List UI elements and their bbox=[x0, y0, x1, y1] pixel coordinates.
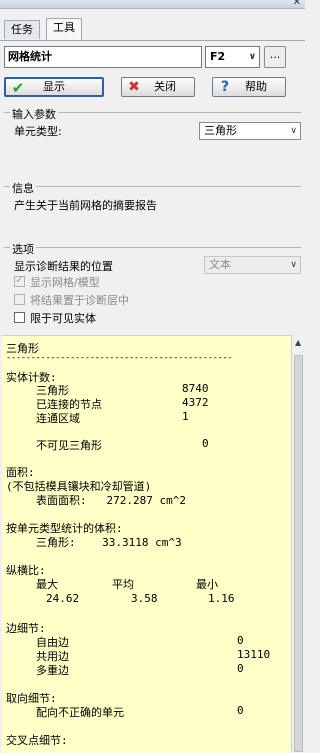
result-location-dropdown[interactable]: 文本 ∨ bbox=[204, 256, 301, 274]
help-icon: ? bbox=[220, 79, 230, 95]
tab-strip: 任务 工具 bbox=[4, 18, 304, 40]
more-options-button[interactable]: ... bbox=[264, 46, 286, 68]
nodes-value: 4372 bbox=[182, 396, 209, 409]
show-mesh-checkbox[interactable]: ✓ bbox=[14, 273, 25, 287]
shortcut-dropdown[interactable]: F2 ∨ bbox=[205, 46, 260, 68]
tool-name-field[interactable]: 网格统计 bbox=[4, 46, 202, 68]
chevron-down-icon: ∨ bbox=[290, 126, 297, 136]
tab-tools[interactable]: 工具 bbox=[46, 18, 82, 40]
tab-divider bbox=[0, 40, 305, 41]
aspect-min-value: 1.16 bbox=[208, 592, 235, 605]
panel-title-bar: ✕ bbox=[0, 0, 305, 9]
close-icon: ✖ bbox=[128, 79, 140, 95]
help-button-label: 帮助 bbox=[245, 80, 267, 93]
orientation-label: 配向不正确的单元 bbox=[36, 706, 124, 719]
input-params-title: 输入参数 bbox=[10, 106, 58, 122]
options-title: 选项 bbox=[10, 241, 36, 257]
diagnostic-layer-label: 将结果置于诊断层中 bbox=[30, 294, 129, 307]
info-title: 信息 bbox=[10, 180, 36, 196]
aspect-avg-value: 3.58 bbox=[131, 592, 158, 605]
close-button[interactable]: ✖ 关闭 bbox=[121, 77, 195, 97]
aspect-max-label: 最大 bbox=[36, 578, 58, 591]
report-scrollbar[interactable]: ▲ bbox=[291, 335, 306, 752]
shared-edge-value: 13110 bbox=[237, 648, 271, 661]
visible-only-checkbox[interactable] bbox=[14, 312, 25, 323]
checkmark-icon: ✓ bbox=[15, 273, 25, 286]
triangles-value: 8740 bbox=[182, 382, 209, 395]
multi-edge-value: 0 bbox=[237, 662, 244, 675]
close-button-label: 关闭 bbox=[154, 80, 176, 93]
info-group: 信息 产生关于当前网格的摘要报告 bbox=[4, 180, 301, 227]
check-icon: ✔ bbox=[11, 79, 25, 97]
volume-line: 三角形: 33.3118 cm^3 bbox=[36, 536, 182, 549]
input-params-group: 输入参数 单元类型: 三角形 ∨ bbox=[4, 106, 301, 173]
element-type-dropdown[interactable]: 三角形 ∨ bbox=[199, 122, 301, 140]
scrollbar-thumb[interactable] bbox=[294, 355, 303, 752]
invisible-value: 0 bbox=[202, 437, 209, 450]
chevron-down-icon: ∨ bbox=[290, 260, 297, 270]
show-button-label: 显示 bbox=[43, 80, 65, 93]
regions-value: 1 bbox=[182, 410, 189, 423]
multi-edge-label: 多重边 bbox=[36, 664, 69, 677]
help-button[interactable]: ? 帮助 bbox=[212, 77, 286, 97]
report-panel[interactable]: 三角形 ------------------------------------… bbox=[2, 335, 291, 753]
close-panel-icon[interactable]: ✕ bbox=[293, 0, 301, 8]
surface-area: 表面面积: 272.287 cm^2 bbox=[36, 494, 186, 507]
show-mesh-label: 显示网格/模型 bbox=[30, 276, 100, 289]
diagnostic-layer-checkbox[interactable] bbox=[14, 294, 25, 305]
free-edge-value: 0 bbox=[237, 634, 244, 647]
visible-only-label: 限于可见实体 bbox=[30, 312, 96, 325]
info-text: 产生关于当前网格的摘要报告 bbox=[14, 199, 157, 212]
intersection-header: 交叉点细节: bbox=[6, 734, 68, 747]
regions-label: 连通区域 bbox=[36, 412, 80, 425]
tab-tasks[interactable]: 任务 bbox=[4, 20, 40, 39]
element-type-label: 单元类型: bbox=[14, 125, 62, 138]
element-type-value: 三角形 bbox=[204, 124, 237, 137]
invisible-label: 不可见三角形 bbox=[36, 439, 102, 452]
aspect-min-label: 最小 bbox=[196, 578, 218, 591]
chevron-down-icon: ∨ bbox=[248, 52, 256, 62]
result-location-label: 显示诊断结果的位置 bbox=[14, 260, 113, 273]
aspect-avg-label: 平均 bbox=[112, 578, 134, 591]
scroll-up-icon[interactable]: ▲ bbox=[295, 338, 301, 347]
result-location-value: 文本 bbox=[209, 258, 231, 271]
aspect-max-value: 24.62 bbox=[46, 592, 80, 605]
shortcut-value: F2 bbox=[210, 50, 226, 63]
orientation-value: 0 bbox=[237, 704, 244, 717]
options-group: 选项 显示诊断结果的位置 文本 ∨ ✓ 显示网格/模型 将结果置于诊断层中 限于… bbox=[4, 241, 301, 328]
report-divider: ----------------------------------------… bbox=[6, 353, 233, 363]
show-button[interactable]: ✔ 显示 bbox=[4, 77, 104, 97]
